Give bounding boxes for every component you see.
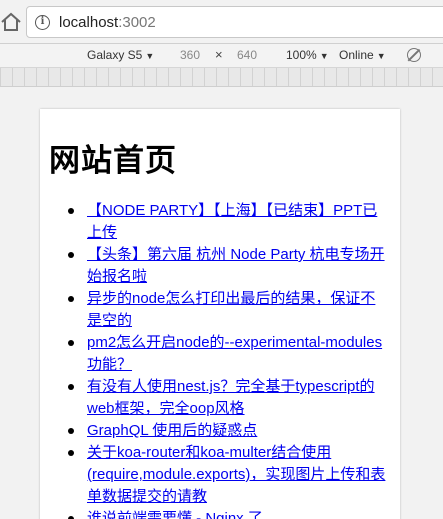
bullet-icon — [68, 450, 74, 456]
rotate-icon[interactable] — [407, 48, 421, 62]
info-icon[interactable]: i — [35, 15, 50, 30]
news-link[interactable]: 有没有人使用nest.js？完全基于typescript的web框架，完全oop… — [87, 378, 375, 417]
chevron-down-icon: ▼ — [319, 51, 329, 61]
chevron-down-icon: ▼ — [145, 51, 155, 61]
bullet-icon — [68, 252, 74, 258]
list-item: 关于koa-router和koa-multer结合使用(require,modu… — [40, 442, 400, 508]
news-link[interactable]: 异步的node怎么打印出最后的结果，保证不是空的 — [87, 290, 375, 329]
page-body: 网站首页 【NODE PARTY】【上海】【已结束】PPT已上传 【头条】第六届… — [40, 109, 400, 519]
network-throttle-select[interactable]: Online ▼ — [339, 48, 386, 62]
device-select[interactable]: Galaxy S5 ▼ — [87, 48, 154, 62]
ruler — [0, 68, 443, 87]
list-item: 【头条】第六届 杭州 Node Party 杭电专场开始报名啦 — [40, 244, 400, 288]
url-input[interactable]: i localhost:3002 — [26, 6, 443, 38]
news-link[interactable]: 【NODE PARTY】【上海】【已结束】PPT已上传 — [87, 202, 377, 241]
bullet-icon — [68, 384, 74, 390]
dimension-separator: × — [215, 47, 223, 62]
news-link[interactable]: 关于koa-router和koa-multer结合使用(require,modu… — [87, 444, 385, 505]
news-link[interactable]: 谁说前端需要懂 - Nginx 了 — [87, 510, 263, 519]
bullet-icon — [68, 208, 74, 214]
list-item: 异步的node怎么打印出最后的结果，保证不是空的 — [40, 288, 400, 332]
url-text[interactable]: localhost:3002 — [59, 14, 156, 31]
news-link[interactable]: pm2怎么开启node的--experimental-modules功能？ — [87, 334, 382, 373]
zoom-select[interactable]: 100% ▼ — [286, 48, 329, 62]
device-viewport: 网站首页 【NODE PARTY】【上海】【已结束】PPT已上传 【头条】第六届… — [0, 87, 443, 519]
bullet-icon — [68, 428, 74, 434]
device-height-input[interactable]: 640 — [237, 48, 257, 62]
bullet-icon — [68, 340, 74, 346]
device-toolbar: Galaxy S5 ▼ 360 × 640 100% ▼ Online ▼ — [0, 44, 443, 68]
url-host: localhost — [59, 14, 119, 31]
home-icon[interactable] — [0, 10, 22, 34]
address-bar-row: i localhost:3002 — [0, 0, 443, 44]
news-link[interactable]: GraphQL 使用后的疑惑点 — [87, 422, 257, 439]
list-item: 有没有人使用nest.js？完全基于typescript的web框架，完全oop… — [40, 376, 400, 420]
list-item: 【NODE PARTY】【上海】【已结束】PPT已上传 — [40, 200, 400, 244]
url-port: :3002 — [118, 14, 156, 31]
list-item: pm2怎么开启node的--experimental-modules功能？ — [40, 332, 400, 376]
bullet-icon — [68, 296, 74, 302]
news-list: 【NODE PARTY】【上海】【已结束】PPT已上传 【头条】第六届 杭州 N… — [40, 200, 400, 519]
page-title: 网站首页 — [49, 143, 177, 179]
list-item: 谁说前端需要懂 - Nginx 了 — [40, 508, 400, 519]
chevron-down-icon: ▼ — [376, 51, 386, 61]
list-item: GraphQL 使用后的疑惑点 — [40, 420, 400, 442]
news-link[interactable]: 【头条】第六届 杭州 Node Party 杭电专场开始报名啦 — [87, 246, 385, 285]
device-width-input[interactable]: 360 — [180, 48, 200, 62]
